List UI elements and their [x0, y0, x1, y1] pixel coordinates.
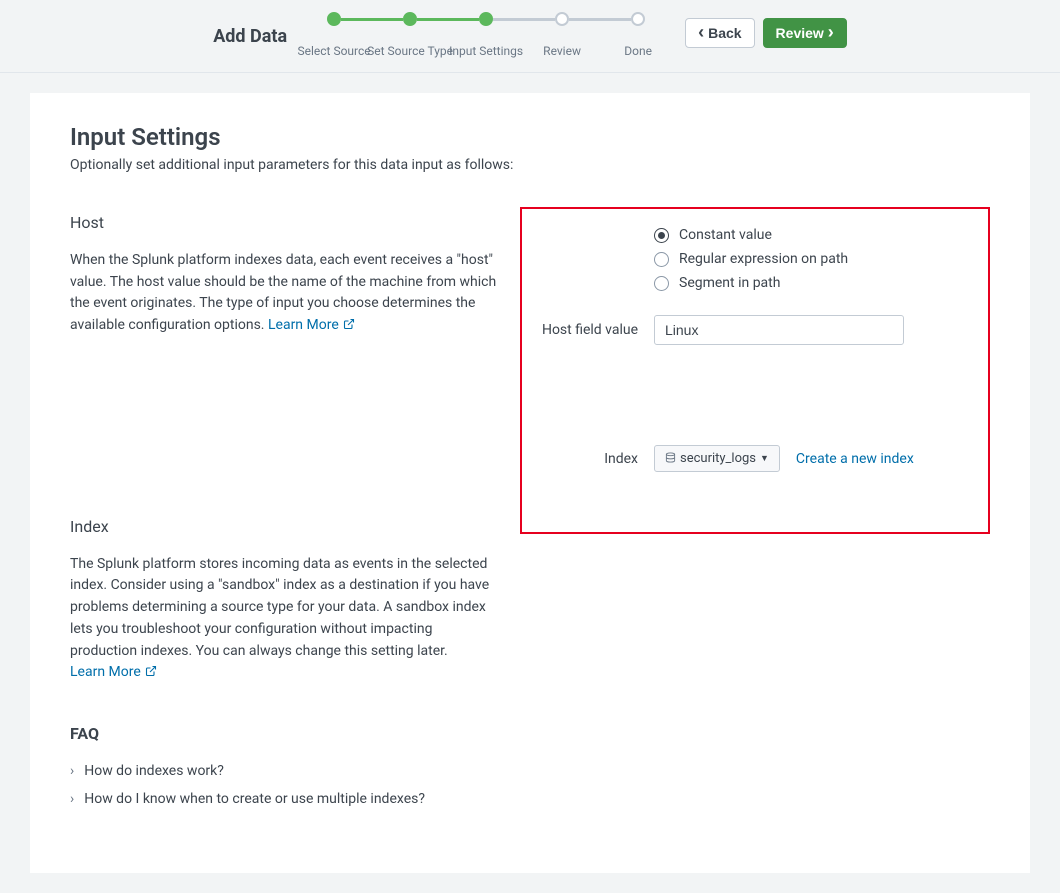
chevron-left-icon [698, 25, 704, 41]
database-icon [665, 452, 676, 466]
faq-item[interactable]: › How do indexes work? [70, 757, 500, 785]
create-index-link[interactable]: Create a new index [796, 451, 914, 467]
highlight-box: Constant value Regular expression on pat… [520, 207, 990, 534]
wizard-step-set-source-type: Set Source Type [403, 12, 417, 26]
host-learn-more-link[interactable]: Learn More [268, 315, 355, 337]
external-link-icon [145, 664, 157, 683]
back-button[interactable]: Back [685, 18, 754, 48]
radio-regex-on-path[interactable]: Regular expression on path [654, 247, 974, 271]
review-button[interactable]: Review [763, 18, 847, 48]
chevron-right-icon: › [70, 791, 74, 807]
faq-item[interactable]: › How do I know when to create or use mu… [70, 785, 500, 813]
caret-down-icon: ▼ [760, 453, 769, 464]
index-label: Index [536, 451, 638, 467]
index-learn-more-link[interactable]: Learn More [70, 662, 157, 684]
radio-icon [654, 228, 669, 243]
radio-segment-in-path[interactable]: Segment in path [654, 271, 974, 295]
page-subtitle: Optionally set additional input paramete… [70, 157, 990, 173]
radio-icon [654, 252, 669, 267]
wizard-step-input-settings: Input Settings [479, 12, 493, 26]
wizard-step-review: Review [555, 12, 569, 26]
topbar: Add Data Select Source Set Source Type I… [0, 0, 1060, 73]
external-link-icon [343, 317, 355, 336]
wizard-steps: Select Source Set Source Type Input Sett… [327, 12, 645, 62]
wizard-step-done: Done [631, 12, 645, 26]
host-description: When the Splunk platform indexes data, e… [70, 250, 500, 337]
index-heading: Index [70, 517, 500, 536]
host-field-label: Host field value [536, 322, 638, 338]
index-description: The Splunk platform stores incoming data… [70, 554, 500, 684]
page-wizard-title: Add Data [213, 12, 287, 47]
chevron-right-icon: › [70, 763, 74, 779]
index-dropdown[interactable]: security_logs ▼ [654, 445, 780, 472]
radio-constant-value[interactable]: Constant value [654, 223, 974, 247]
radio-icon [654, 276, 669, 291]
faq-heading: FAQ [70, 724, 500, 743]
wizard-step-select-source: Select Source [327, 12, 341, 26]
host-heading: Host [70, 213, 500, 232]
host-mode-radio-group: Constant value Regular expression on pat… [536, 223, 974, 295]
content-panel: Input Settings Optionally set additional… [30, 93, 1030, 873]
chevron-right-icon [828, 25, 834, 41]
page-title: Input Settings [70, 123, 990, 151]
host-field-input[interactable] [654, 315, 904, 345]
